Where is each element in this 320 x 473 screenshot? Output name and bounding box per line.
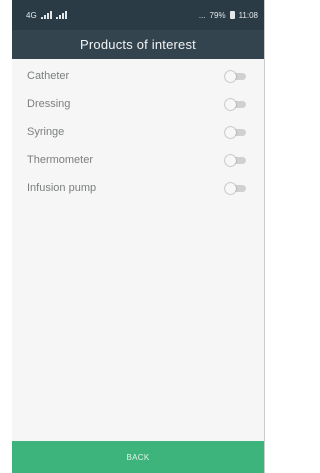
product-label: Syringe	[27, 126, 65, 138]
product-row-syringe: Syringe	[12, 118, 264, 146]
network-type: 4G	[26, 10, 37, 20]
notification-dots: ...	[198, 10, 206, 20]
product-label: Infusion pump	[27, 182, 97, 194]
infusion-pump-toggle[interactable]	[225, 183, 246, 194]
product-row-infusion-pump: Infusion pump	[12, 174, 264, 202]
product-row-thermometer: Thermometer	[12, 146, 264, 174]
battery-percent: 79%	[209, 10, 226, 20]
status-right: ... 79% 11:08	[199, 11, 258, 20]
clock: 11:08	[238, 10, 258, 20]
back-button-label: BACK	[126, 452, 150, 462]
signal-icon	[55, 11, 67, 19]
back-button[interactable]: BACK	[12, 441, 264, 473]
app-screen: 4G ... 79% 11:08 Products of interest Ca…	[12, 0, 265, 473]
product-label: Dressing	[27, 98, 71, 110]
signal-icon	[40, 11, 52, 19]
catheter-toggle[interactable]	[225, 71, 246, 82]
page-title: Products of interest	[80, 37, 196, 52]
thermometer-toggle[interactable]	[225, 155, 246, 166]
product-label: Catheter	[27, 70, 70, 82]
status-left: 4G	[26, 11, 67, 20]
products-list: Catheter Dressing Syringe Thermometer In…	[12, 59, 264, 202]
syringe-toggle[interactable]	[225, 127, 246, 138]
product-label: Thermometer	[27, 154, 94, 166]
status-bar: 4G ... 79% 11:08	[12, 0, 264, 30]
product-row-dressing: Dressing	[12, 90, 264, 118]
battery-icon	[229, 11, 235, 19]
product-row-catheter: Catheter	[12, 62, 264, 90]
title-bar: Products of interest	[12, 30, 264, 59]
dressing-toggle[interactable]	[225, 99, 246, 110]
